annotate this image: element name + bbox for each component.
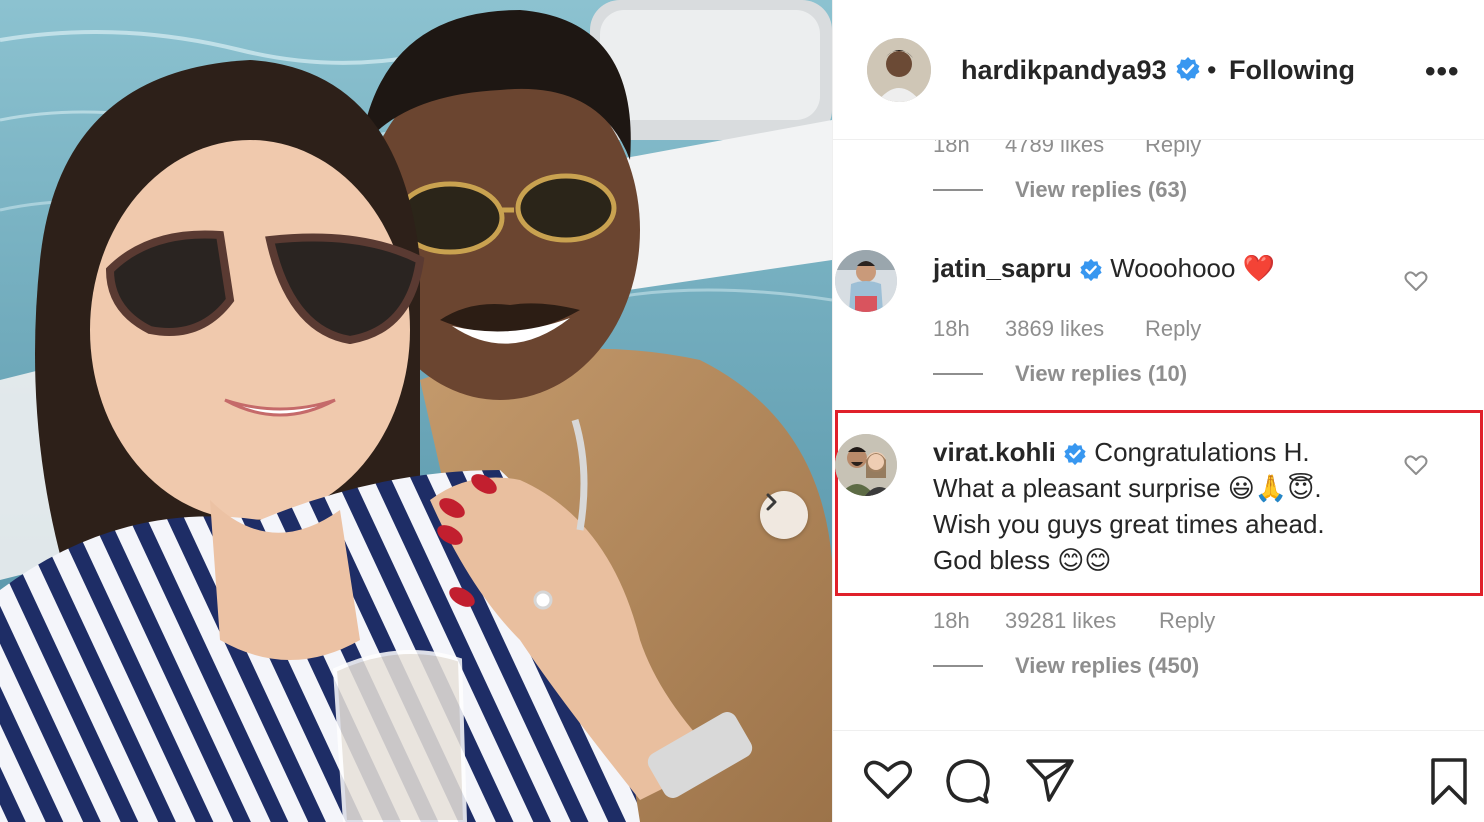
view-replies-button[interactable]: View replies (450) bbox=[1015, 653, 1199, 679]
commenter-avatar[interactable] bbox=[835, 250, 897, 312]
avatar-image bbox=[835, 250, 897, 312]
comment-text: Wooohooo ❤️ bbox=[1110, 253, 1276, 283]
replies-divider bbox=[933, 665, 983, 667]
like-comment-heart-icon[interactable] bbox=[1403, 452, 1429, 478]
verified-badge-icon bbox=[1175, 56, 1201, 82]
photo-illustration bbox=[0, 0, 832, 822]
commenter-username[interactable]: jatin_sapru bbox=[933, 253, 1072, 283]
carousel-next-button[interactable] bbox=[760, 491, 808, 539]
paper-plane-icon[interactable] bbox=[1025, 757, 1075, 803]
verified-badge-icon bbox=[1080, 259, 1102, 282]
commenter-username[interactable]: virat.kohli bbox=[933, 437, 1056, 467]
view-replies-button[interactable]: View replies (10) bbox=[1015, 361, 1187, 387]
comment-time: 18h bbox=[933, 316, 970, 341]
comment-time: 18h bbox=[933, 140, 970, 157]
chevron-right-icon bbox=[766, 493, 777, 511]
post-photo bbox=[0, 0, 832, 822]
post-header: hardikpandya93 • Following ••• bbox=[833, 0, 1484, 140]
comments-list: 18h 4789 likes Reply View replies (63) j… bbox=[833, 140, 1484, 730]
post-actions-bar bbox=[833, 730, 1484, 822]
more-options-icon[interactable]: ••• bbox=[1425, 55, 1460, 89]
comment-body: virat.kohli Congratulations H. What a pl… bbox=[933, 434, 1393, 578]
comment-text-line: Wish you guys great times ahead. bbox=[933, 509, 1325, 539]
comment-text-line: Congratulations H. bbox=[1094, 437, 1310, 467]
avatar-image bbox=[835, 434, 897, 496]
comment-likes[interactable]: 4789 likes bbox=[1005, 140, 1104, 158]
following-button[interactable]: Following bbox=[1229, 55, 1355, 86]
author-username[interactable]: hardikpandya93 bbox=[961, 55, 1167, 86]
comment-likes[interactable]: 3869 likes bbox=[1005, 316, 1104, 342]
like-comment-heart-icon[interactable] bbox=[1403, 268, 1429, 294]
comment-text-line: God bless 😊😊 bbox=[933, 545, 1112, 575]
comments-pane: hardikpandya93 • Following ••• 18h 4789 … bbox=[832, 0, 1484, 822]
comment-time: 18h bbox=[933, 608, 970, 633]
heart-icon[interactable] bbox=[863, 757, 913, 801]
comment-icon[interactable] bbox=[945, 757, 993, 805]
author-avatar[interactable] bbox=[867, 38, 931, 102]
comment-likes[interactable]: 39281 likes bbox=[1005, 608, 1116, 634]
comment-reply-button[interactable]: Reply bbox=[1159, 608, 1215, 634]
comment-text-line: What a pleasant surprise 😃🙏😇. bbox=[933, 473, 1322, 503]
comment-body: jatin_sapru Wooohooo ❤️ bbox=[933, 250, 1275, 286]
comment-reply-button[interactable]: Reply bbox=[1145, 316, 1201, 342]
comment-reply-button[interactable]: Reply bbox=[1145, 140, 1201, 158]
view-replies-button[interactable]: View replies (63) bbox=[1015, 177, 1187, 203]
comment-line: virat.kohli Congratulations H. bbox=[933, 434, 1393, 470]
verified-badge-icon bbox=[1064, 443, 1086, 466]
replies-divider bbox=[933, 189, 983, 191]
header-separator: • bbox=[1207, 55, 1217, 85]
replies-divider bbox=[933, 373, 983, 375]
commenter-avatar[interactable] bbox=[835, 434, 897, 496]
avatar-image bbox=[867, 38, 931, 102]
bookmark-icon[interactable] bbox=[1429, 757, 1469, 807]
